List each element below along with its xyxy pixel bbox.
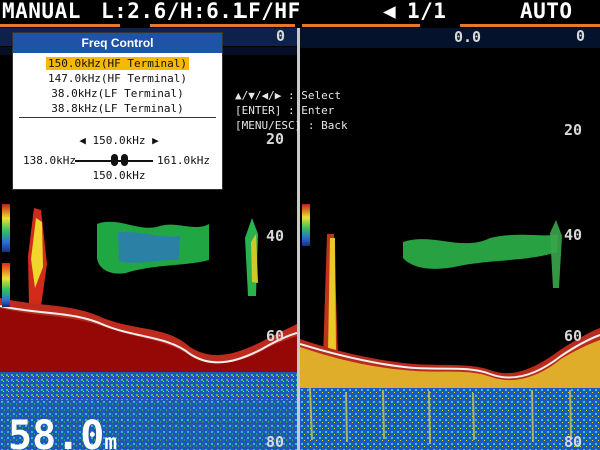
status-strip-center	[150, 24, 295, 27]
help-enter: [ENTER] : Enter	[235, 104, 334, 117]
slider-current-label: 150.0kHz	[92, 134, 146, 147]
menu-item-147-hf[interactable]: 147.0kHz(HF Terminal)	[13, 72, 222, 86]
help-action: Select	[301, 89, 341, 102]
left-depth-label-80: 80	[266, 433, 285, 450]
depth-readout-unit: m	[104, 430, 117, 450]
help-back: [MENU/ESC] : Back	[235, 119, 348, 132]
status-bar: MANUAL L:2.6/H:6.1 LF/HF ◀ 1/1 AUTO	[0, 0, 600, 24]
left-depth-label-0: 0	[276, 28, 286, 45]
freq-control-menu[interactable]: Freq Control 150.0kHz(HF Terminal) 147.0…	[12, 32, 223, 190]
left-depth-label-60: 60	[266, 327, 285, 345]
left-depth-label-40: 40	[266, 227, 285, 245]
menu-item-label: 38.0kHz(LF Terminal)	[51, 87, 184, 100]
slider-min-label: 138.0kHz	[23, 154, 76, 167]
slider-value-label: 150.0kHz	[92, 169, 146, 182]
status-strip-right	[302, 24, 420, 27]
frequency-mode-label: LF/HF	[235, 0, 301, 23]
help-colon: :	[281, 104, 302, 117]
depth-readout-value: 58.0	[8, 413, 105, 450]
right-depth-label-20: 20	[564, 121, 583, 139]
right-arrow-icon[interactable]: ▶	[152, 134, 159, 147]
left-color-scale	[2, 204, 10, 252]
page-indicator: 1/1	[407, 0, 447, 23]
right-depth-label-80: 80	[564, 433, 583, 450]
right-echogram	[300, 28, 600, 450]
menu-item-388-lf[interactable]: 38.8kHz(LF Terminal)	[13, 102, 222, 116]
mode-label: MANUAL	[2, 0, 81, 23]
help-key: ▲/▼/◀/▶	[235, 89, 282, 102]
right-depth-label-40: 40	[564, 226, 583, 244]
menu-item-label: 38.8kHz(LF Terminal)	[51, 102, 184, 115]
help-select: ▲/▼/◀/▶ : Select	[235, 89, 341, 102]
help-colon: :	[281, 89, 302, 102]
left-color-scale-2	[2, 263, 10, 307]
menu-item-label: 147.0kHz(HF Terminal)	[47, 72, 188, 85]
slider-max-label: 161.0kHz	[157, 154, 210, 167]
right-sonar-panel[interactable]: 0.0 0 20 40 60 80	[300, 28, 600, 450]
menu-item-label: 150.0kHz(HF Terminal)	[45, 57, 190, 70]
status-strip-far-right	[460, 24, 600, 27]
help-action: Enter	[301, 104, 335, 117]
menu-item-38-lf[interactable]: 38.0kHz(LF Terminal)	[13, 87, 222, 101]
right-color-scale	[302, 204, 310, 246]
freq-control-title: Freq Control	[13, 33, 222, 53]
help-colon: :	[301, 119, 322, 132]
help-key: [ENTER]	[235, 104, 282, 117]
depth-readout: 58.0m	[8, 413, 117, 450]
menu-item-150-hf[interactable]: 150.0kHz(HF Terminal)	[13, 57, 222, 71]
help-action: Back	[321, 119, 348, 132]
slider-current-frequency: ◀ 150.0kHz ▶	[69, 134, 169, 147]
menu-divider	[19, 117, 216, 118]
auto-mode-label: AUTO	[520, 0, 573, 23]
slider-knob-left[interactable]	[111, 154, 118, 166]
help-key: [MENU/ESC]	[235, 119, 302, 132]
left-arrow-icon[interactable]: ◀	[79, 134, 86, 147]
arrow-left-icon: ◀	[383, 0, 397, 23]
right-depth-label-0: 0	[576, 28, 586, 45]
slider-knob-right[interactable]	[121, 154, 128, 166]
range-label: L:2.6/H:6.1	[101, 0, 246, 23]
status-strip-left	[0, 24, 120, 27]
left-depth-label-20: 20	[266, 130, 285, 148]
right-depth-label-60: 60	[564, 327, 583, 345]
right-top-label: 0.0	[454, 28, 482, 46]
